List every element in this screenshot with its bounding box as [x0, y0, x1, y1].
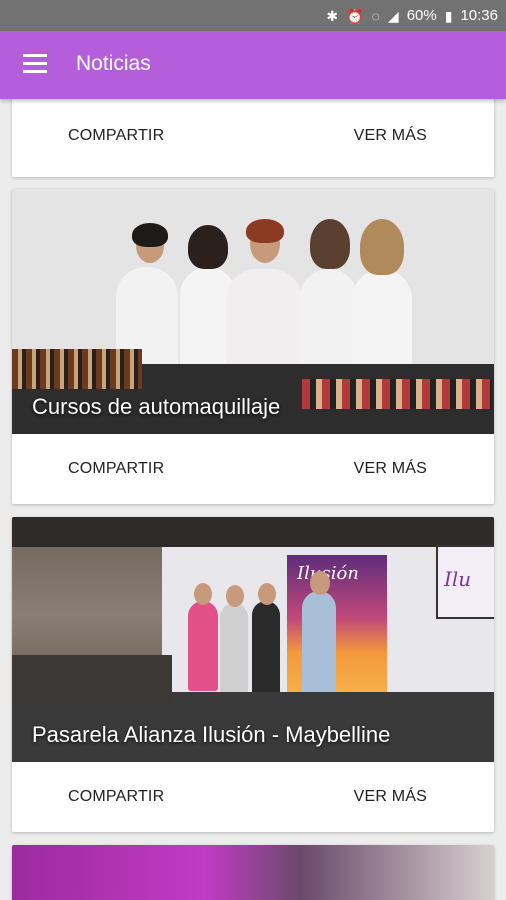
news-title: Pasarela Alianza Ilusión - Maybelline — [32, 722, 391, 747]
news-card[interactable]: Ilusión Ilu Pasarela Alianza Ilusión - M… — [12, 517, 494, 832]
view-more-button[interactable]: VER MÁS — [354, 434, 427, 504]
photo-person-hair — [310, 219, 350, 269]
photo-person-hair — [246, 219, 284, 243]
photo-person-head — [258, 583, 276, 605]
status-icons: ✱ ⏰ ◌ ◢ 60% ▮ 10:36 — [326, 0, 498, 31]
status-time: 10:36 — [460, 7, 498, 24]
photo-person-head — [310, 571, 330, 595]
view-more-button[interactable]: VER MÁS — [354, 101, 427, 171]
share-button[interactable]: COMPARTIR — [68, 101, 164, 171]
event-screen: Ilu — [436, 545, 494, 619]
card-actions: COMPARTIR VER MÁS — [12, 434, 494, 504]
alarm-icon: ⏰ — [346, 7, 364, 24]
view-more-button[interactable]: VER MÁS — [354, 762, 427, 832]
photo-person — [302, 591, 336, 701]
share-button[interactable]: COMPARTIR — [68, 762, 164, 832]
photo-person — [220, 603, 248, 693]
photo-person-hair — [132, 223, 168, 247]
signal-icon: ◢ — [387, 7, 399, 24]
photo-person — [300, 269, 358, 379]
photo-person — [226, 269, 302, 379]
photo-person-head — [226, 585, 244, 607]
screen-text: Ilu — [444, 567, 472, 591]
hamburger-menu-icon[interactable] — [23, 54, 47, 74]
news-title: Cursos de automaquillaje — [32, 394, 281, 419]
audience — [12, 655, 172, 705]
photo-person — [252, 601, 280, 701]
makeup-palettes — [302, 379, 492, 409]
card-actions: COMPARTIR VER MÁS — [12, 762, 494, 832]
news-image[interactable] — [12, 845, 494, 900]
photo-person — [188, 601, 218, 691]
makeup-products — [12, 349, 142, 389]
photo-person — [352, 269, 412, 379]
photo-ceiling — [12, 517, 494, 547]
news-card[interactable] — [12, 845, 494, 900]
news-card[interactable]: Cursos de automaquillaje COMPARTIR VER M… — [12, 189, 494, 504]
card-actions: COMPARTIR VER MÁS — [12, 99, 494, 177]
page-title: Noticias — [76, 52, 151, 75]
photo-person-hair — [360, 219, 404, 275]
battery-icon: ▮ — [444, 7, 453, 24]
wifi-icon: ◌ — [371, 7, 380, 24]
news-image[interactable]: Ilusión Ilu Pasarela Alianza Ilusión - M… — [12, 517, 494, 762]
photo-person-hair — [188, 225, 228, 269]
bluetooth-icon: ✱ — [326, 7, 339, 24]
news-card: COMPARTIR VER MÁS — [12, 99, 494, 177]
status-bar: ✱ ⏰ ◌ ◢ 60% ▮ 10:36 — [0, 0, 506, 31]
battery-percent: 60% — [406, 7, 437, 24]
news-list[interactable]: COMPARTIR VER MÁS Cursos de automaquilla… — [0, 99, 506, 900]
app-bar: Noticias — [0, 31, 506, 99]
share-button[interactable]: COMPARTIR — [68, 434, 164, 504]
photo-person-head — [194, 583, 212, 605]
news-image[interactable]: Cursos de automaquillaje — [12, 189, 494, 434]
